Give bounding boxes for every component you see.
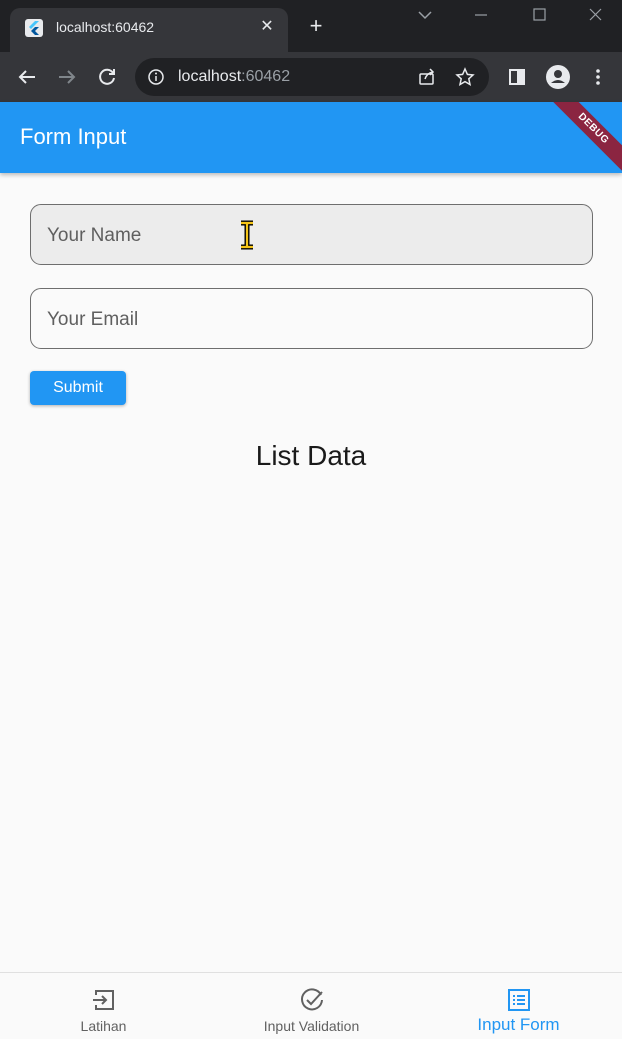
email-input[interactable] — [45, 289, 569, 350]
nav-label: Latihan — [80, 1018, 127, 1034]
site-info-icon[interactable] — [147, 68, 165, 86]
nav-label: Input Validation — [263, 1018, 360, 1034]
browser-toolbar: localhost:60462 — [0, 52, 622, 102]
minimize-icon[interactable] — [466, 4, 496, 26]
tab-search-icon[interactable] — [410, 4, 440, 26]
nav-item-input-form[interactable]: Input Form — [415, 973, 622, 1039]
browser-tab-bar: localhost:60462 ✕ + — [0, 0, 622, 52]
close-window-icon[interactable] — [580, 4, 610, 26]
side-panel-icon[interactable] — [502, 62, 532, 92]
more-menu-icon[interactable] — [583, 62, 613, 92]
share-icon[interactable] — [417, 67, 437, 87]
submit-button[interactable]: Submit — [30, 371, 126, 405]
profile-avatar-icon[interactable] — [543, 62, 573, 92]
login-icon — [91, 987, 117, 1013]
page-title: Form Input — [20, 124, 127, 149]
new-tab-button[interactable]: + — [302, 12, 330, 40]
maximize-icon[interactable] — [524, 4, 554, 26]
address-bar[interactable]: localhost:60462 — [135, 58, 489, 96]
nav-label: Input Form — [477, 1015, 560, 1034]
email-field[interactable] — [30, 288, 593, 350]
check-circle-icon — [299, 987, 325, 1013]
url-text: localhost:60462 — [178, 68, 291, 85]
name-field[interactable] — [30, 204, 593, 266]
text-cursor-icon — [237, 220, 257, 250]
nav-item-input-validation[interactable]: Input Validation — [208, 973, 415, 1039]
flutter-favicon-icon — [25, 19, 43, 37]
browser-tab[interactable]: localhost:60462 ✕ — [10, 8, 288, 52]
reload-icon[interactable] — [92, 62, 122, 92]
tab-title: localhost:60462 — [56, 19, 155, 35]
bookmark-star-icon[interactable] — [455, 67, 475, 87]
bottom-navigation: Latihan Input Validation Input Form — [0, 972, 622, 1039]
forward-icon[interactable] — [52, 62, 82, 92]
nav-item-latihan[interactable]: Latihan — [0, 973, 207, 1039]
close-tab-icon[interactable]: ✕ — [256, 16, 278, 38]
list-alt-icon — [506, 987, 532, 1013]
name-input[interactable] — [45, 205, 569, 266]
debug-banner: DEBUG — [540, 102, 622, 173]
back-icon[interactable] — [12, 62, 42, 92]
app-bar: Form Input DEBUG — [0, 102, 622, 173]
list-data-heading: List Data — [255, 440, 367, 471]
